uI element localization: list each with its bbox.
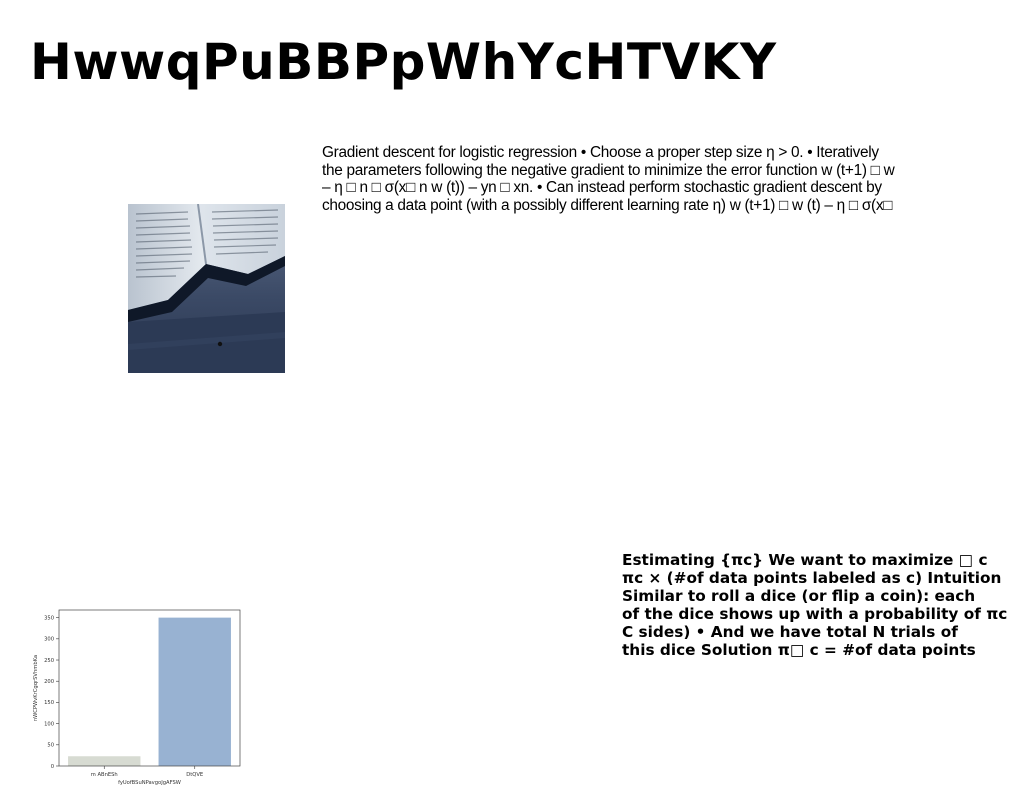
x-axis-label: fyUofBSuNPavgoJgAFSW — [118, 780, 181, 786]
paragraph-line: C sides) • And we have total N trials of — [622, 623, 958, 641]
y-tick-label: 50 — [47, 743, 54, 749]
paragraph-line: Similar to roll a dice (or flip a coin):… — [622, 587, 976, 605]
y-tick-label: 200 — [44, 679, 54, 685]
text-paragraph-gradient-descent: Gradient descent for logistic regression… — [322, 144, 950, 214]
paragraph-line: – η □ n □ σ(x□ n w (t)) – yn □ xn. • Can… — [322, 179, 882, 196]
bar-chart-svg: m ABnESh DtQVE 0 50 100 150 200 250 300 350 fyUofB… — [33, 609, 241, 786]
y-tick-label: 150 — [44, 700, 54, 706]
open-book-illustration — [128, 204, 285, 373]
y-tick-label: 300 — [44, 637, 54, 643]
open-book-photo — [128, 204, 285, 373]
y-axis-label: nWCPWvKrCgqrSVhmbKa — [33, 655, 39, 721]
paragraph-line: this dice Solution π□ c = #of data point… — [622, 641, 976, 659]
page-title: HwwqPuBBPpWhYcHTVKY — [30, 33, 777, 91]
paragraph-line: πc × (#of data points labeled as c) Intu… — [622, 569, 1002, 587]
paragraph-line: choosing a data point (with a possibly d… — [322, 196, 893, 214]
y-tick-label: 250 — [44, 658, 54, 664]
paragraph-line: Estimating {πc} We want to maximize □ c — [622, 551, 988, 569]
y-tick-label: 100 — [44, 721, 54, 727]
paragraph-line: Gradient descent for logistic regression… — [322, 144, 879, 161]
x-tick-label: DtQVE — [186, 772, 203, 778]
paragraph-line: the parameters following the negative gr… — [322, 161, 895, 179]
x-tick-label: m ABnESh — [91, 772, 118, 778]
bar — [158, 617, 231, 766]
bar-chart: m ABnESh DtQVE 0 50 100 150 200 250 300 350 fyUofB… — [30, 600, 245, 788]
y-tick-label: 350 — [44, 615, 54, 621]
paragraph-line: of the dice shows up with a probability … — [622, 605, 1008, 623]
bar — [68, 756, 141, 766]
text-paragraph-estimating-pi: Estimating {πc} We want to maximize □ c … — [622, 551, 1022, 659]
y-tick-label: 0 — [51, 764, 54, 770]
